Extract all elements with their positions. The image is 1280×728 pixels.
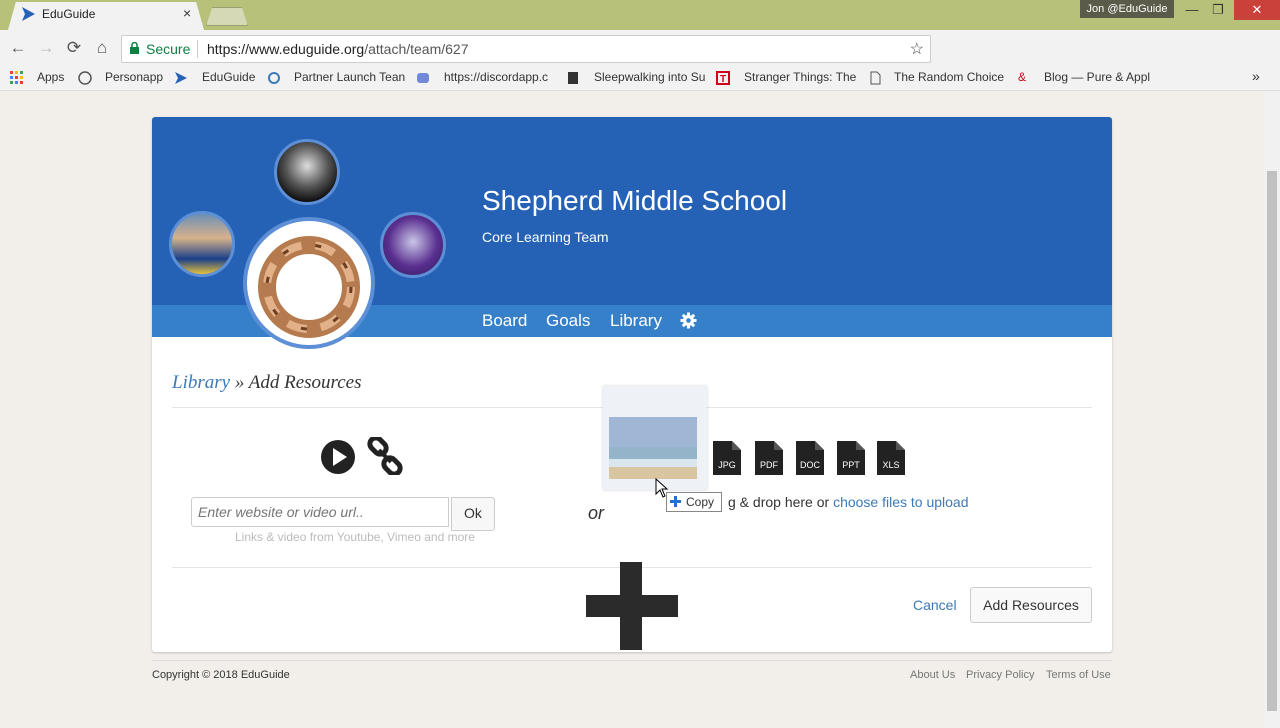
footer-divider [152,652,1112,661]
bookmark-partner-launch[interactable]: Partner Launch Tean [294,70,405,84]
breadcrumb-current: Add Resources [248,372,362,393]
footer-privacy-link[interactable]: Privacy Policy [966,669,1034,681]
add-resources-button[interactable]: Add Resources [970,587,1092,623]
bookmark-personapp[interactable]: Personapp [105,70,163,84]
file-type-pdf: PDF [760,460,779,470]
drop-zone-text: g & drop here or choose files to upload [728,494,969,510]
copy-tooltip-label: Copy [686,495,715,509]
jpg-file-icon: JPG [713,441,741,475]
file-type-xls: XLS [882,460,899,470]
secure-label: Secure [146,41,191,57]
bookmarks-overflow-icon[interactable]: » [1252,68,1260,84]
member-avatar-1[interactable] [274,139,340,205]
title-bar: EduGuide × Jon @EduGuide — ❐ ✕ [0,0,1280,30]
discord-icon [417,73,429,83]
member-avatar-3[interactable] [380,212,446,278]
file-type-doc: DOC [800,460,821,470]
play-video-icon [321,440,355,474]
file-type-jpg: JPG [718,460,736,470]
drop-instruction: g & drop here or [728,494,834,510]
maximize-icon[interactable]: ❐ [1203,0,1233,20]
copyright: Copyright © 2018 EduGuide [152,669,290,681]
file-type-ppt: PPT [842,460,860,470]
bookmark-blog[interactable]: Blog — Pure & Appl [1044,70,1150,84]
plus-small-icon [670,496,681,507]
doc-file-icon: DOC [796,441,824,475]
eduguide-favicon-icon [22,7,35,21]
drag-preview [603,386,707,490]
forward-icon[interactable]: → [36,38,56,58]
cancel-button[interactable]: Cancel [913,597,957,613]
joined-hands-icon [258,236,360,338]
dragged-image-thumbnail [609,417,697,479]
apps-grid-icon [10,71,23,84]
xls-file-icon: XLS [877,441,905,475]
link-chain-icon [367,437,403,475]
t-logo-icon: T [716,71,730,85]
nav-board[interactable]: Board [482,311,527,331]
page-icon [870,71,881,85]
reload-icon[interactable]: ⟳ [64,38,84,58]
breadcrumb: Library » Add Resources [172,372,362,394]
school-name: Shepherd Middle School [482,185,788,216]
bookmark-star-icon[interactable]: ☆ [910,39,924,59]
close-window-icon[interactable]: ✕ [1234,0,1280,20]
bookmark-discord[interactable]: https://discordapp.c [444,70,548,84]
bookmark-eduguide[interactable]: EduGuide [202,70,255,84]
nav-library[interactable]: Library [610,311,662,331]
nav-goals[interactable]: Goals [546,311,590,331]
browser-tab[interactable] [8,2,204,30]
address-divider [197,40,198,58]
new-tab-button[interactable] [206,7,248,26]
ampersand-icon: & [1018,70,1027,84]
bookmark-stranger-things[interactable]: Stranger Things: The [744,70,856,84]
team-avatar [243,217,375,349]
copy-tooltip: Copy [666,492,722,512]
address-bar[interactable]: Secure https://www.eduguide.org/attach/t… [121,35,931,63]
ok-button[interactable]: Ok [451,497,495,531]
bookmark-random-choice[interactable]: The Random Choice [894,70,1004,84]
tab-title: EduGuide [42,7,96,21]
bookmarks-bar: Apps Personapp EduGuide Partner Launch T… [0,66,1280,91]
team-name: Core Learning Team [482,229,609,245]
gear-icon[interactable] [680,312,697,329]
member-avatar-2[interactable] [169,211,235,277]
back-icon[interactable]: ← [8,38,28,58]
scrollbar-thumb[interactable] [1267,171,1277,711]
lock-icon [130,42,139,54]
footer-terms-link[interactable]: Terms of Use [1046,669,1111,681]
personapp-icon [78,71,92,85]
browser-toolbar: ← → ⟳ ⌂ Secure https://www.eduguide.org/… [0,30,1280,84]
tab-close-icon[interactable]: × [183,5,191,21]
partner-launch-icon [268,72,280,84]
choose-files-link[interactable]: choose files to upload [833,494,968,510]
url-hint: Links & video from Youtube, Vimeo and mo… [235,530,475,544]
home-icon[interactable]: ⌂ [92,38,112,58]
url-path: /attach/team/627 [364,41,469,57]
large-plus-icon [586,562,678,650]
or-label: or [588,503,605,523]
breadcrumb-separator: » [230,372,249,393]
eduguide-bookmark-icon [175,72,187,84]
page-scrollbar[interactable] [1264,91,1280,728]
ppt-file-icon: PPT [837,441,865,475]
pdf-file-icon: PDF [755,441,783,475]
url-host: https://www.eduguide.org [207,41,365,57]
profile-button[interactable]: Jon @EduGuide [1080,0,1174,18]
bookmark-sleepwalking[interactable]: Sleepwalking into Su [594,70,705,84]
svg-text:T: T [720,74,726,85]
medium-icon [568,72,578,84]
url-text[interactable]: https://www.eduguide.org/attach/team/627 [207,41,469,57]
breadcrumb-library-link[interactable]: Library [172,372,230,393]
footer-about-link[interactable]: About Us [910,669,955,681]
url-input[interactable] [191,497,449,527]
bookmark-apps[interactable]: Apps [37,70,64,84]
